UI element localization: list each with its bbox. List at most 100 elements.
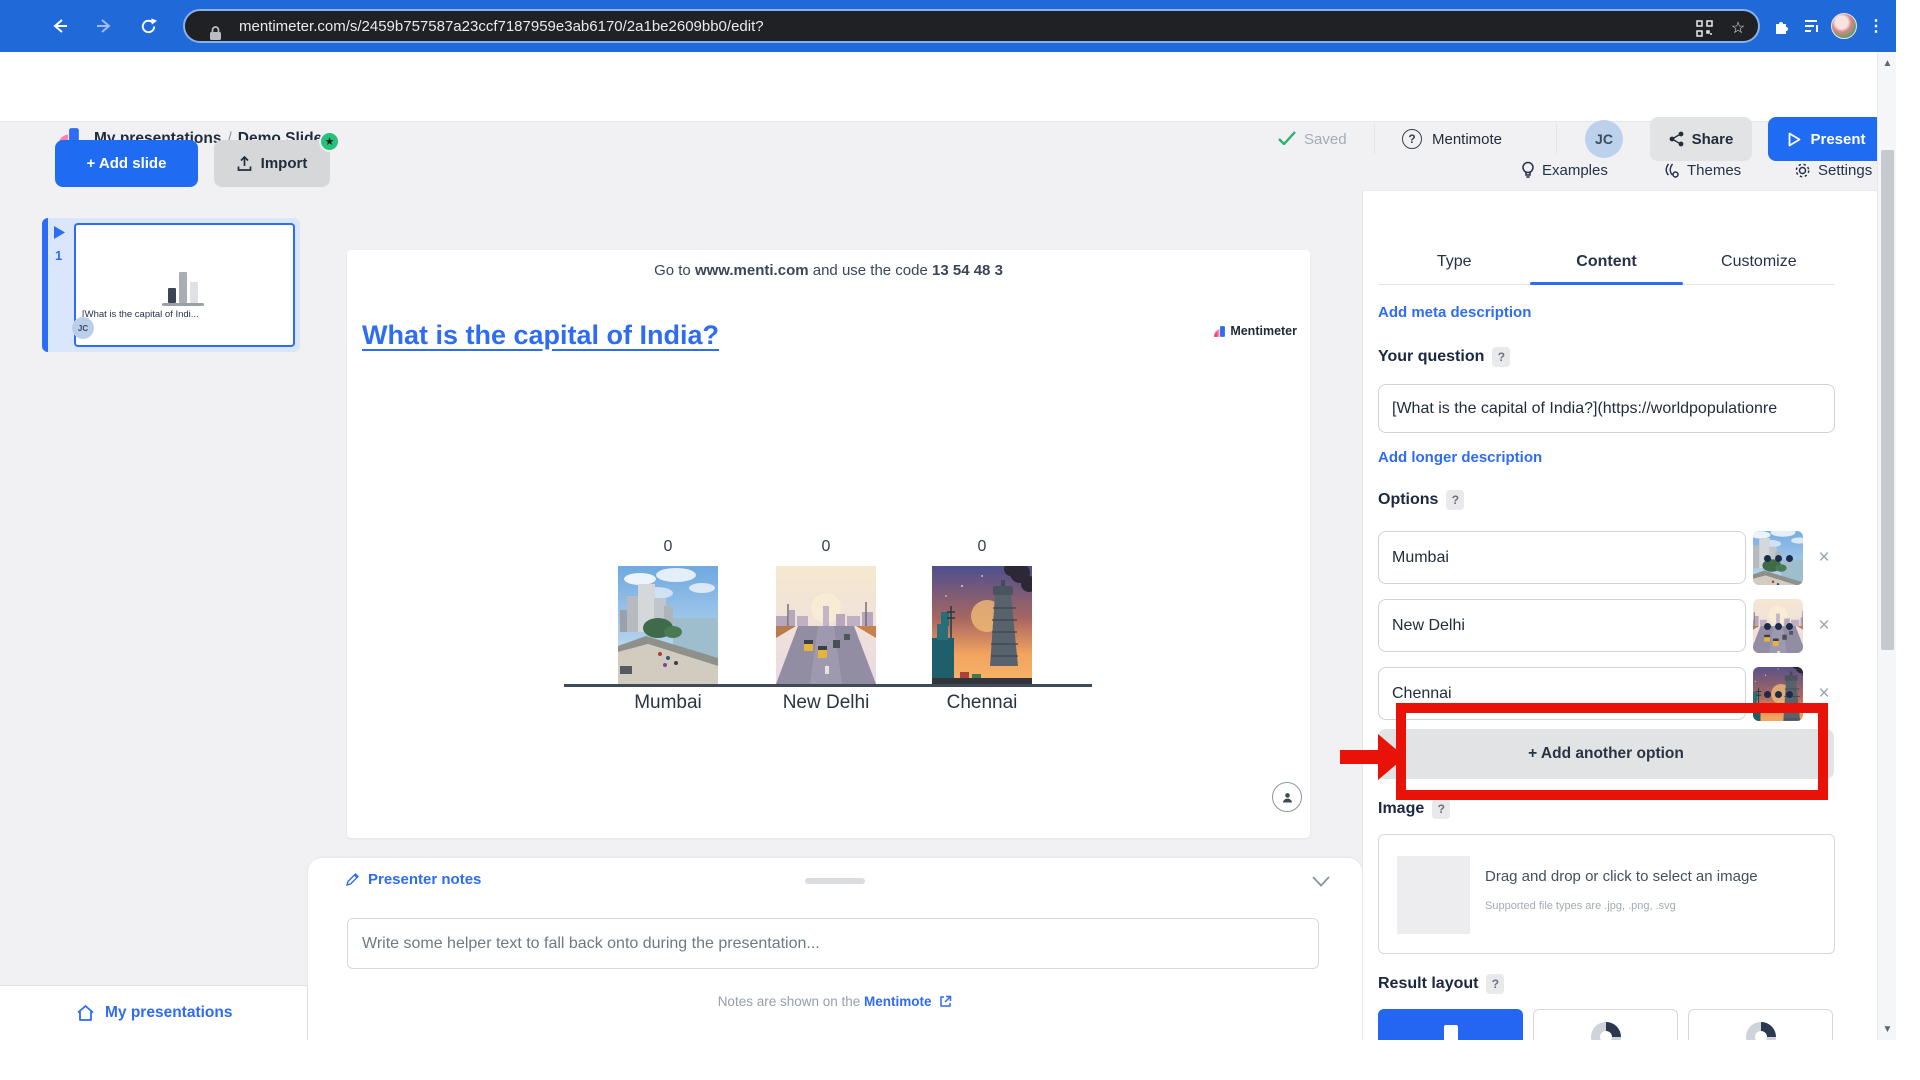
remove-option-icon[interactable]: × <box>1813 683 1835 705</box>
result-layout-label: Result layout ? <box>1378 974 1504 994</box>
option-image-thumb-new-delhi[interactable] <box>1753 599 1803 653</box>
notes-footer-text: Notes are shown on the <box>718 994 864 1009</box>
result-layout-tile-donut[interactable] <box>1533 1009 1678 1040</box>
mini-chart-bar-1 <box>168 288 176 303</box>
pie-chart-icon <box>1744 1020 1778 1040</box>
option-image-thumb-mumbai[interactable] <box>1753 531 1803 585</box>
help-badge-icon[interactable]: ? <box>1446 490 1464 510</box>
presenter-notes-header[interactable]: Presenter notes <box>345 871 481 888</box>
mentimeter-watermark-icon <box>1213 325 1226 338</box>
slide-play-icon[interactable] <box>53 225 66 240</box>
reading-list-icon[interactable] <box>1799 13 1825 39</box>
participants-icon[interactable] <box>1272 782 1302 812</box>
remove-option-icon[interactable]: × <box>1813 615 1835 637</box>
slide-thumbnail-item[interactable]: 1 [What is the capital of Indi... JC <box>42 218 300 352</box>
presenter-notes-label: Presenter notes <box>368 871 481 888</box>
help-badge-icon[interactable]: ? <box>1432 799 1450 819</box>
scroll-down-arrow-icon[interactable]: ▼ <box>1878 1018 1896 1040</box>
options-text: Options <box>1378 491 1438 509</box>
slide-preview-card[interactable]: [What is the capital of Indi... JC <box>74 223 295 347</box>
annotation-arrow-shaft <box>1340 750 1380 764</box>
slide-canvas[interactable]: Go to www.menti.com and use the code 13 … <box>347 250 1310 838</box>
address-bar[interactable]: mentimeter.com/s/2459b757587a23ccf718795… <box>183 9 1760 43</box>
back-icon[interactable] <box>47 13 73 39</box>
url-text[interactable]: mentimeter.com/s/2459b757587a23ccf718795… <box>239 18 764 35</box>
chart-column-new-delhi: 0 New Delhi <box>746 538 906 714</box>
slide-number: 1 <box>55 248 62 263</box>
bookmark-star-icon[interactable]: ☆ <box>1728 18 1748 38</box>
present-label: Present <box>1810 131 1865 148</box>
themes-label: Themes <box>1687 162 1741 179</box>
question-input[interactable] <box>1378 384 1835 433</box>
settings-button[interactable]: Settings <box>1794 158 1872 182</box>
app-header: My presentations/Demo Slide Saved ? Ment… <box>0 52 1896 122</box>
browser-chrome-bar: mentimeter.com/s/2459b757587a23ccf718795… <box>0 0 1896 52</box>
sidebar-footer: My presentations <box>0 985 308 1040</box>
reload-icon[interactable] <box>135 13 161 39</box>
chevron-down-icon[interactable] <box>1312 876 1330 887</box>
donut-chart-icon <box>1589 1020 1623 1040</box>
help-badge-icon[interactable]: ? <box>1486 974 1504 994</box>
option-image-mumbai <box>618 566 718 684</box>
tab-customize[interactable]: Customize <box>1683 239 1835 285</box>
external-link-icon <box>939 995 952 1008</box>
examples-button[interactable]: Examples <box>1521 158 1608 182</box>
remove-option-icon[interactable]: × <box>1813 547 1835 569</box>
tab-type[interactable]: Type <box>1378 239 1530 285</box>
presenter-notes-input[interactable] <box>347 918 1319 969</box>
image-dropzone[interactable]: Drag and drop or click to select an imag… <box>1378 834 1835 954</box>
notes-footer: Notes are shown on the Mentimote <box>308 994 1362 1009</box>
forward-icon[interactable] <box>91 13 117 39</box>
option-input-new-delhi[interactable] <box>1378 599 1746 652</box>
themes-paint-icon <box>1663 162 1680 179</box>
header-divider-2 <box>1556 124 1557 154</box>
add-longer-description-link[interactable]: Add longer description <box>1378 449 1542 466</box>
share-button[interactable]: Share <box>1650 117 1752 161</box>
themes-button[interactable]: Themes <box>1663 158 1741 182</box>
mentimote-footer-link[interactable]: Mentimote <box>864 994 932 1009</box>
drag-handle[interactable] <box>805 878 865 884</box>
settings-label: Settings <box>1818 162 1872 179</box>
chart-axis-baseline <box>564 684 1092 687</box>
image-text: Image <box>1378 800 1424 818</box>
result-layout-tile-bars-selected[interactable] <box>1378 1009 1523 1040</box>
present-button[interactable]: Present <box>1768 117 1886 161</box>
browser-menu-kebab-icon[interactable]: ⋮ <box>1863 13 1889 39</box>
help-badge-icon[interactable]: ? <box>1492 347 1510 367</box>
qr-code-icon[interactable] <box>1694 18 1714 38</box>
import-button[interactable]: Import <box>214 140 330 187</box>
mini-chart-bar-2 <box>179 272 187 303</box>
bar-layout-icon <box>1444 1025 1458 1040</box>
home-icon <box>76 1004 95 1022</box>
browser-window: mentimeter.com/s/2459b757587a23ccf718795… <box>0 0 1896 1040</box>
option-image-new-delhi <box>776 566 876 684</box>
lock-icon <box>205 23 225 43</box>
option-input-mumbai[interactable] <box>1378 531 1746 584</box>
mini-chart-bar-3 <box>190 282 198 303</box>
join-prefix: Go to <box>654 262 695 279</box>
option-image-chennai <box>932 566 1032 684</box>
add-slide-button[interactable]: + Add slide <box>55 140 198 187</box>
premium-star-badge-icon: ★ <box>319 131 340 152</box>
scrollbar-thumb[interactable] <box>1881 150 1894 650</box>
help-question-icon[interactable]: ? <box>1402 129 1422 149</box>
scroll-up-arrow-icon[interactable]: ▲ <box>1878 52 1896 74</box>
chart-column-chennai: 0 Chennai <box>902 538 1062 714</box>
header-divider <box>1374 124 1375 154</box>
my-presentations-link[interactable]: My presentations <box>105 1004 232 1022</box>
image-menu-dots-icon <box>1753 599 1803 653</box>
result-layout-tile-pie[interactable] <box>1688 1009 1833 1040</box>
browser-profile-avatar[interactable] <box>1831 13 1857 39</box>
extensions-puzzle-icon[interactable] <box>1769 13 1795 39</box>
user-avatar[interactable]: JC <box>1585 120 1623 158</box>
category-label: Mumbai <box>588 692 748 714</box>
dropzone-subtitle: Supported file types are .jpg, .png, .sv… <box>1485 900 1676 912</box>
join-mid: and use the code <box>809 262 932 279</box>
join-code: 13 54 48 3 <box>932 262 1003 279</box>
saved-status: Saved <box>1304 131 1347 148</box>
slide-question-title[interactable]: What is the capital of India? <box>362 320 719 351</box>
add-meta-description-link[interactable]: Add meta description <box>1378 304 1531 321</box>
mentimote-link[interactable]: Mentimote <box>1432 131 1502 148</box>
tab-content[interactable]: Content <box>1530 239 1682 285</box>
page-scrollbar[interactable]: ▲ ▼ <box>1877 52 1896 1040</box>
